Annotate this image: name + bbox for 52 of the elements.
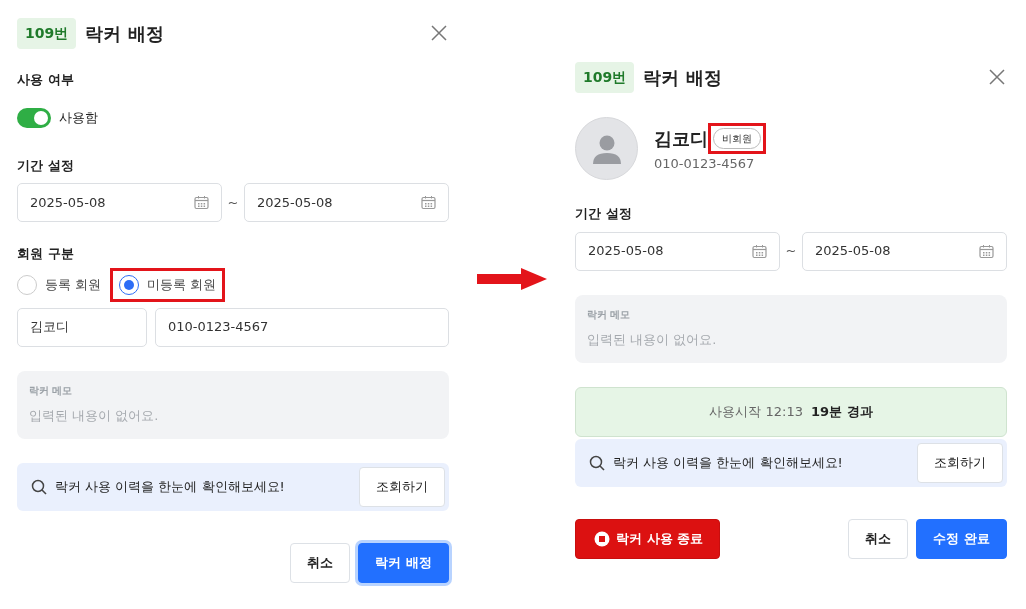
member-phone: 010-0123-4567 bbox=[654, 155, 756, 174]
toggle-label: 사용함 bbox=[59, 108, 98, 127]
cancel-button[interactable]: 취소 bbox=[848, 519, 909, 559]
memo-label: 락커 메모 bbox=[587, 307, 632, 322]
date-field[interactable]: 2025-05-08 bbox=[244, 183, 449, 222]
person-silhouette-icon bbox=[590, 133, 623, 164]
close-icon bbox=[429, 23, 449, 43]
close-button[interactable] bbox=[429, 23, 449, 43]
stop-icon bbox=[594, 531, 610, 547]
date-field[interactable]: 2025-05-08 bbox=[17, 183, 222, 222]
close-button[interactable] bbox=[987, 67, 1007, 87]
calendar-icon bbox=[421, 195, 436, 210]
history-prompt: 락커 사용 이력을 한눈에 확인해보세요! bbox=[55, 478, 285, 497]
dialog-title: 락커 배정 bbox=[643, 65, 722, 90]
phone-field[interactable]: 010-0123-4567 bbox=[155, 307, 449, 347]
date-field[interactable]: 2025-05-08 bbox=[802, 231, 1007, 271]
right-arrow-icon bbox=[477, 268, 547, 290]
memo-label: 락커 메모 bbox=[29, 383, 74, 398]
memo-text: 입력된 내용이 없어요. bbox=[587, 330, 718, 349]
lookup-button[interactable]: 조회하기 bbox=[917, 443, 1003, 483]
section-label: 회원 구분 bbox=[17, 245, 75, 263]
end-usage-button[interactable]: 락커 사용 종료 bbox=[575, 519, 721, 559]
range-separator: ~ bbox=[226, 193, 240, 212]
date-field[interactable]: 2025-05-08 bbox=[575, 231, 780, 271]
confirm-button[interactable]: 수정 완료 bbox=[916, 519, 1007, 559]
radio-option[interactable]: 미등록 회원 bbox=[110, 267, 226, 302]
calendar-icon bbox=[979, 243, 994, 259]
memo-text: 입력된 내용이 없어요. bbox=[29, 406, 160, 425]
dialog-title: 락커 배정 bbox=[85, 21, 164, 46]
calendar-icon bbox=[752, 243, 767, 259]
search-icon bbox=[31, 479, 47, 495]
section-label: 기간 설정 bbox=[17, 156, 75, 175]
section-label: 사용 여부 bbox=[17, 71, 75, 89]
elapsed-time: 19분 경과 bbox=[811, 403, 873, 422]
section-label: 기간 설정 bbox=[575, 205, 633, 223]
confirm-button[interactable]: 락커 배정 bbox=[358, 543, 449, 583]
start-time: 사용시작 12:13 bbox=[709, 403, 803, 422]
history-prompt: 락커 사용 이력을 한눈에 확인해보세요! bbox=[613, 454, 843, 473]
radio-button[interactable] bbox=[119, 274, 140, 295]
member-name: 김코디 bbox=[654, 127, 708, 152]
cancel-button[interactable]: 취소 bbox=[290, 543, 351, 583]
radio-option[interactable]: 등록 회원 bbox=[8, 267, 111, 302]
toggle-switch[interactable] bbox=[17, 107, 51, 128]
name-field[interactable]: 김코디 bbox=[17, 307, 147, 347]
search-icon bbox=[589, 455, 605, 471]
locker-number-badge: 109번 bbox=[575, 61, 635, 93]
locker-number-badge: 109번 bbox=[17, 17, 77, 49]
radio-button[interactable] bbox=[17, 274, 37, 295]
lookup-button[interactable]: 조회하기 bbox=[359, 467, 445, 507]
range-separator: ~ bbox=[784, 242, 798, 261]
calendar-icon bbox=[194, 195, 209, 210]
close-icon bbox=[987, 67, 1007, 87]
